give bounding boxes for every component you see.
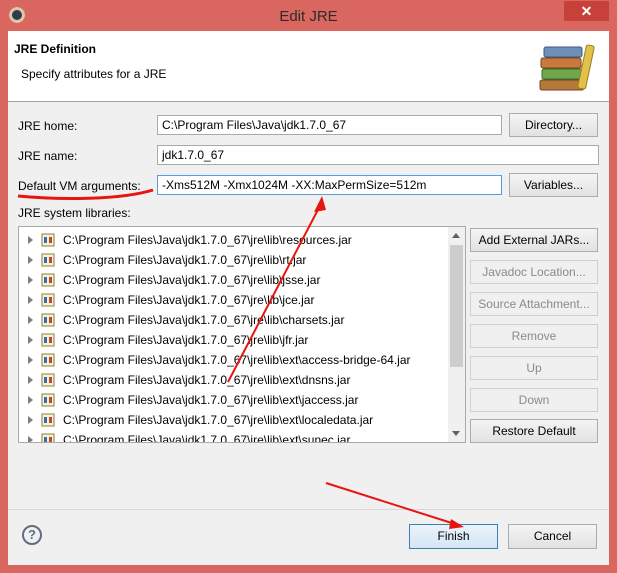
library-path: C:\Program Files\Java\jdk1.7.0_67\jre\li… [63,413,374,427]
expand-arrow-icon[interactable] [28,236,33,244]
library-row[interactable]: C:\Program Files\Java\jdk1.7.0_67\jre\li… [19,290,447,310]
jre-name-label: JRE name: [18,149,78,163]
jar-icon [41,273,55,287]
library-path: C:\Program Files\Java\jdk1.7.0_67\jre\li… [63,333,309,347]
vm-arguments-label: Default VM arguments: [18,179,141,193]
restore-default-button[interactable]: Restore Default [470,419,598,443]
jar-icon [41,293,55,307]
libraries-scrollbar[interactable] [448,227,465,442]
expand-arrow-icon[interactable] [28,336,33,344]
library-path: C:\Program Files\Java\jdk1.7.0_67\jre\li… [63,233,352,247]
footer-divider [8,509,609,510]
variables-button[interactable]: Variables... [509,173,598,197]
down-button[interactable]: Down [470,388,598,412]
source-attachment-button[interactable]: Source Attachment... [470,292,598,316]
jar-icon [41,353,55,367]
jar-icon [41,373,55,387]
expand-arrow-icon[interactable] [28,396,33,404]
books-icon [539,44,595,91]
library-path: C:\Program Files\Java\jdk1.7.0_67\jre\li… [63,313,345,327]
libraries-list[interactable]: C:\Program Files\Java\jdk1.7.0_67\jre\li… [18,226,466,443]
library-row[interactable]: C:\Program Files\Java\jdk1.7.0_67\jre\li… [19,330,447,350]
jre-home-field[interactable]: C:\Program Files\Java\jdk1.7.0_67 [157,115,502,135]
expand-arrow-icon[interactable] [28,256,33,264]
jar-icon [41,233,55,247]
close-button[interactable]: ✕ [564,1,609,21]
expand-arrow-icon[interactable] [28,276,33,284]
expand-arrow-icon[interactable] [28,296,33,304]
header-title: JRE Definition [14,42,97,56]
help-icon[interactable]: ? [22,525,42,545]
library-row[interactable]: C:\Program Files\Java\jdk1.7.0_67\jre\li… [19,270,447,290]
library-row[interactable]: C:\Program Files\Java\jdk1.7.0_67\jre\li… [19,310,447,330]
jre-name-field[interactable]: jdk1.7.0_67 [157,145,599,165]
finish-button[interactable]: Finish [409,524,498,549]
library-row[interactable]: C:\Program Files\Java\jdk1.7.0_67\jre\li… [19,430,447,443]
libraries-label: JRE system libraries: [18,206,131,220]
expand-arrow-icon[interactable] [28,436,33,442]
directory-button[interactable]: Directory... [509,113,598,137]
window-title: Edit JRE [279,8,338,25]
add-external-jars-button[interactable]: Add External JARs... [470,228,598,252]
library-path: C:\Program Files\Java\jdk1.7.0_67\jre\li… [63,393,359,407]
library-path: C:\Program Files\Java\jdk1.7.0_67\jre\li… [63,253,307,267]
expand-arrow-icon[interactable] [28,356,33,364]
library-path: C:\Program Files\Java\jdk1.7.0_67\jre\li… [63,353,411,367]
jar-icon [41,393,55,407]
library-path: C:\Program Files\Java\jdk1.7.0_67\jre\li… [63,293,315,307]
library-row[interactable]: C:\Program Files\Java\jdk1.7.0_67\jre\li… [19,370,447,390]
jre-home-label: JRE home: [18,119,78,133]
library-row[interactable]: C:\Program Files\Java\jdk1.7.0_67\jre\li… [19,350,447,370]
scrollbar-thumb[interactable] [450,245,463,367]
scroll-down-arrow-icon[interactable] [452,431,460,436]
library-row[interactable]: C:\Program Files\Java\jdk1.7.0_67\jre\li… [19,230,447,250]
library-path: C:\Program Files\Java\jdk1.7.0_67\jre\li… [63,433,351,443]
library-path: C:\Program Files\Java\jdk1.7.0_67\jre\li… [63,373,351,387]
dialog-header: JRE Definition Specify attributes for a … [8,31,609,102]
dialog-content: JRE Definition Specify attributes for a … [8,31,609,565]
up-button[interactable]: Up [470,356,598,380]
vm-arguments-field[interactable]: -Xms512M -Xmx1024M -XX:MaxPermSize=512m [157,175,502,195]
remove-button[interactable]: Remove [470,324,598,348]
expand-arrow-icon[interactable] [28,376,33,384]
expand-arrow-icon[interactable] [28,416,33,424]
dialog-window: Edit JRE ✕ JRE Definition Specify attrib… [0,0,617,573]
library-row[interactable]: C:\Program Files\Java\jdk1.7.0_67\jre\li… [19,410,447,430]
expand-arrow-icon[interactable] [28,316,33,324]
jar-icon [41,413,55,427]
library-path: C:\Program Files\Java\jdk1.7.0_67\jre\li… [63,273,321,287]
library-row[interactable]: C:\Program Files\Java\jdk1.7.0_67\jre\li… [19,250,447,270]
javadoc-location-button[interactable]: Javadoc Location... [470,260,598,284]
jar-icon [41,313,55,327]
scroll-up-arrow-icon[interactable] [452,233,460,238]
header-description: Specify attributes for a JRE [21,67,167,81]
library-row[interactable]: C:\Program Files\Java\jdk1.7.0_67\jre\li… [19,390,447,410]
cancel-button[interactable]: Cancel [508,524,597,549]
title-bar[interactable]: Edit JRE ✕ [0,0,617,32]
jar-icon [41,253,55,267]
jar-icon [41,333,55,347]
jar-icon [41,433,55,442]
